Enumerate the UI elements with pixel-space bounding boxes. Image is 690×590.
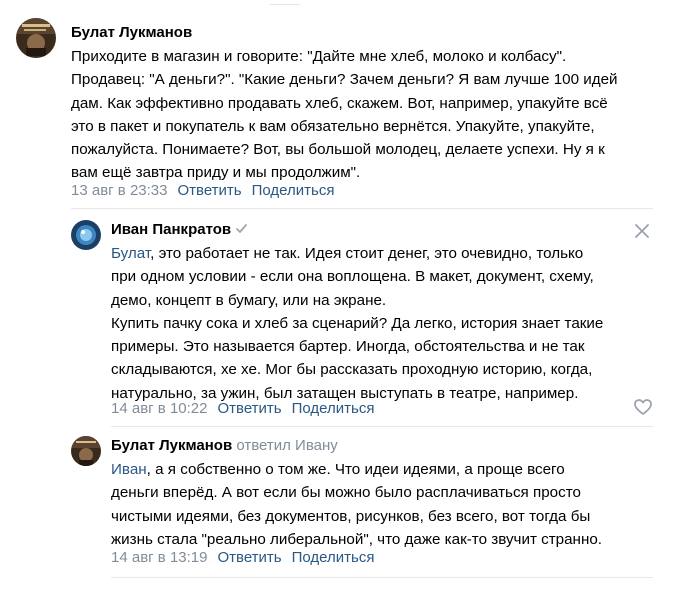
reply-button[interactable]: Ответить [217, 400, 281, 417]
share-button[interactable]: Поделиться [292, 549, 375, 566]
comment-meta: 13 авг в 23:33 Ответить Поделиться [71, 182, 334, 199]
comment-line: Купить пачку сока и хлеб за сценарий? Да… [111, 314, 604, 332]
comment-line: демо, концепт в бумагу, или на экране. [111, 291, 387, 309]
author-avatar-1[interactable] [16, 18, 56, 58]
replied-to-label[interactable]: ответил Ивану [236, 437, 337, 454]
comment-date[interactable]: 14 авг в 10:22 [111, 400, 207, 417]
comment-line: при одном условии - если она воплощена. … [111, 268, 594, 286]
comment-line-rest: , это работает не так. Идея стоит денег,… [150, 245, 584, 262]
comment-line: Булат, это работает не так. Идея стоит д… [111, 242, 603, 265]
comment-divider [71, 208, 653, 209]
author-avatar-2[interactable] [71, 220, 101, 250]
comment-line: складываются, хе хе. Мог бы рассказать п… [111, 361, 593, 379]
author-name: Булат Лукманов ответил Ивану [111, 437, 338, 454]
comment-divider [111, 577, 653, 578]
comment-meta: 14 авг в 10:22 Ответить Поделиться [111, 400, 374, 417]
comment-line: жизнь стала "реально либеральной", что д… [111, 530, 602, 548]
reply-button[interactable]: Ответить [177, 182, 241, 199]
author-name: Иван Панкратов [111, 221, 248, 239]
close-icon[interactable] [633, 222, 651, 240]
comment-line: Продавец: "А деньги?". "Какие деньги? За… [71, 71, 618, 89]
comment-meta: 14 авг в 13:19 Ответить Поделиться [111, 549, 374, 566]
comment-line: Приходите в магазин и говорите: "Дайте м… [71, 48, 567, 65]
comment-date[interactable]: 14 авг в 13:19 [111, 549, 207, 566]
author-name[interactable]: Булат Лукманов [71, 24, 192, 41]
comment-date[interactable]: 13 авг в 23:33 [71, 182, 167, 199]
comment-line-rest: , а я собственно о том же. Что идеи идея… [146, 461, 565, 478]
share-button[interactable]: Поделиться [292, 400, 375, 417]
author-name-label[interactable]: Иван Панкратов [111, 221, 231, 238]
comment-line: чистыми идеями, без документов, рисунков… [111, 507, 591, 525]
author-avatar-3[interactable] [71, 436, 101, 466]
comment-line: Иван, а я собственно о том же. Что идеи … [111, 458, 602, 481]
comment-divider [111, 426, 653, 427]
comment-text: Приходите в магазин и говорите: "Дайте м… [71, 45, 618, 185]
comment-text: Булат, это работает не так. Идея стоит д… [111, 242, 603, 405]
comment-line: дам. Как эффективно продавать хлеб, скаж… [71, 94, 608, 112]
like-heart-icon[interactable] [633, 397, 653, 417]
top-divider-stub [270, 0, 300, 5]
comment-line: это в пакет и покупатель к вам обязатель… [71, 117, 595, 135]
mention-link[interactable]: Булат [111, 245, 150, 262]
mention-link[interactable]: Иван [111, 461, 147, 478]
comment-line: пожалуйста. Понимаете? Вот, вы большой м… [71, 141, 605, 159]
verified-check-icon [235, 222, 248, 239]
comment-line: примеры. Это называется бартер. Иногда, … [111, 338, 585, 356]
comment-text: Иван, а я собственно о том же. Что идеи … [111, 458, 602, 551]
comment-line: деньги вперёд. А вот если бы можно было … [111, 484, 581, 502]
author-name-label[interactable]: Булат Лукманов [111, 437, 232, 454]
reply-button[interactable]: Ответить [217, 549, 281, 566]
share-button[interactable]: Поделиться [252, 182, 335, 199]
